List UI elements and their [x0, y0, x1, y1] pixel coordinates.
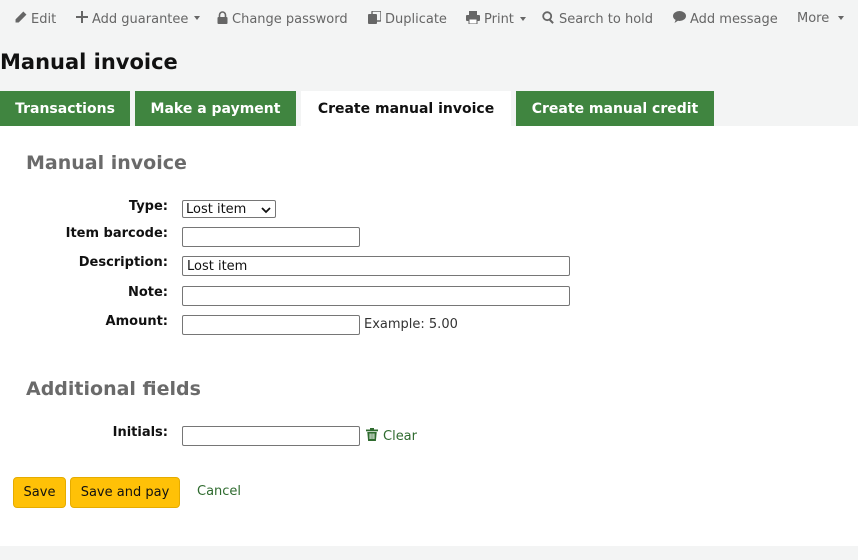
search-icon: [542, 11, 555, 28]
edit-button[interactable]: Edit: [14, 11, 56, 28]
initials-label: Initials:: [112, 425, 168, 440]
tab-make-payment[interactable]: Make a payment: [135, 91, 296, 126]
initials-input[interactable]: [182, 426, 360, 446]
item-barcode-input[interactable]: [182, 227, 360, 247]
amount-label: Amount:: [105, 314, 168, 329]
clear-label: Clear: [383, 429, 417, 444]
cancel-link[interactable]: Cancel: [197, 484, 241, 499]
more-button[interactable]: More: [797, 11, 845, 26]
edit-label: Edit: [31, 12, 57, 27]
duplicate-button[interactable]: Duplicate: [368, 10, 447, 28]
caret-down-icon: [194, 16, 201, 20]
more-label: More: [797, 11, 830, 26]
amount-input[interactable]: [182, 315, 360, 335]
item-barcode-label: Item barcode:: [65, 226, 168, 241]
caret-down-icon: [838, 15, 845, 20]
type-selected-value: Lost item: [186, 201, 247, 217]
type-select[interactable]: Lost item: [182, 200, 276, 218]
copy-icon: [368, 10, 382, 28]
tab-create-manual-invoice[interactable]: Create manual invoice: [301, 91, 511, 126]
save-and-pay-button[interactable]: Save and pay: [70, 477, 180, 508]
note-input[interactable]: [182, 286, 570, 306]
chevron-down-icon: [261, 204, 271, 219]
add-guarantee-button[interactable]: Add guarantee: [76, 11, 201, 27]
add-guarantee-label: Add guarantee: [92, 11, 189, 27]
comment-icon: [673, 11, 686, 27]
tab-create-manual-credit[interactable]: Create manual credit: [516, 91, 714, 126]
pencil-icon: [14, 11, 27, 28]
tab-transactions[interactable]: Transactions: [0, 91, 130, 126]
lock-icon: [217, 11, 228, 28]
change-password-button[interactable]: Change password: [217, 11, 348, 28]
add-message-label: Add message: [690, 11, 778, 27]
content-panel: Manual invoice Type: Lost item Item barc…: [0, 126, 858, 546]
search-to-hold-button[interactable]: Search to hold: [542, 11, 653, 28]
manual-invoice-heading: Manual invoice: [26, 152, 187, 174]
caret-down-icon: [519, 16, 526, 21]
toolbar: Edit Add guarantee Change password Dupli…: [0, 0, 858, 38]
description-input[interactable]: [182, 256, 570, 276]
plus-icon: [76, 11, 88, 27]
type-label: Type:: [128, 199, 168, 214]
change-password-label: Change password: [232, 12, 348, 27]
additional-fields-heading: Additional fields: [26, 378, 201, 400]
print-button[interactable]: Print: [466, 11, 526, 28]
description-label: Description:: [78, 255, 168, 270]
duplicate-label: Duplicate: [385, 12, 447, 27]
page-title: Manual invoice: [0, 50, 178, 74]
print-label: Print: [484, 12, 514, 27]
add-message-button[interactable]: Add message: [673, 11, 778, 27]
note-label: Note:: [127, 285, 168, 300]
amount-hint: Example: 5.00: [364, 317, 458, 332]
search-to-hold-label: Search to hold: [559, 12, 654, 27]
clear-initials-link[interactable]: Clear: [366, 428, 417, 445]
save-button[interactable]: Save: [13, 477, 66, 508]
tab-bar: Transactions Make a payment Create manua…: [0, 91, 858, 126]
print-icon: [466, 11, 480, 28]
trash-icon: [366, 428, 378, 445]
